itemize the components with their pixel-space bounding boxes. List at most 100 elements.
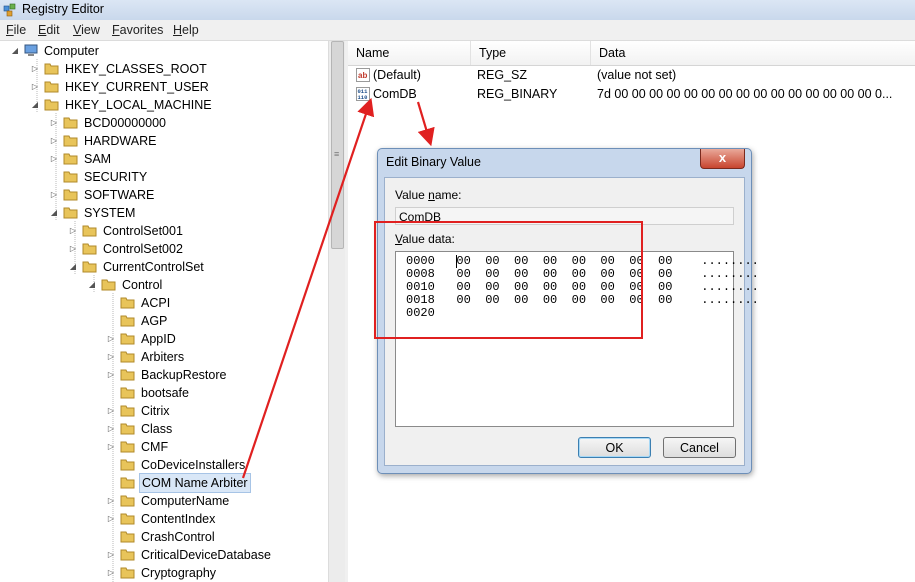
list-row-default[interactable]: ab (Default) REG_SZ (value not set) xyxy=(348,66,915,84)
tree-item-label: BackupRestore xyxy=(141,368,227,382)
tree-item-label: Computer xyxy=(44,44,99,58)
window-title: Registry Editor xyxy=(22,2,104,16)
tree-item-label: ControlSet002 xyxy=(103,242,183,256)
list-header: Name Type Data xyxy=(348,41,915,66)
value-data: (value not set) xyxy=(597,68,677,82)
tree-item-label: Cryptography xyxy=(141,566,217,580)
folder-icon xyxy=(63,117,78,129)
menu-view[interactable]: View xyxy=(73,23,100,37)
folder-icon xyxy=(120,531,135,543)
tree-item-label: CMF xyxy=(141,440,169,454)
tree-item-label: HKEY_CLASSES_ROOT xyxy=(65,62,207,76)
expand-arrow-icon[interactable]: ▷ xyxy=(106,550,116,560)
folder-icon xyxy=(120,513,135,525)
expand-arrow-icon[interactable]: ▷ xyxy=(106,370,116,380)
folder-icon xyxy=(120,567,135,579)
expand-arrow-icon[interactable]: ▷ xyxy=(30,82,40,92)
registry-editor-icon xyxy=(3,3,16,17)
menu-favorites[interactable]: Favorites xyxy=(112,23,163,37)
tree-item-label: ContentIndex xyxy=(141,512,216,526)
expand-arrow-icon[interactable]: ▷ xyxy=(106,568,116,578)
folder-icon xyxy=(120,405,135,417)
expand-arrow-icon[interactable]: ▷ xyxy=(49,136,59,146)
tree-item-label: HKEY_CURRENT_USER xyxy=(65,80,209,94)
tree-item-label: HKEY_LOCAL_MACHINE xyxy=(65,98,212,112)
folder-icon xyxy=(120,459,135,471)
expand-arrow-icon[interactable]: ▷ xyxy=(106,406,116,416)
hex-line: 0020 xyxy=(406,306,435,320)
expand-arrow-icon[interactable]: ▷ xyxy=(106,424,116,434)
folder-open-icon xyxy=(101,279,116,291)
expand-arrow-icon[interactable]: ▷ xyxy=(68,244,78,254)
expand-arrow-icon[interactable]: ▷ xyxy=(106,442,116,452)
tree-item-label: SYSTEM xyxy=(84,206,136,220)
expand-arrow-icon[interactable]: ▷ xyxy=(49,190,59,200)
collapse-arrow-icon[interactable]: ◢ xyxy=(87,280,97,290)
column-header-name[interactable]: Name xyxy=(348,41,471,65)
tree-item-label: CurrentControlSet xyxy=(103,260,204,274)
value-data-hex-editor[interactable]: 0000 00 00 00 00 00 00 00 00 ........ 00… xyxy=(395,251,759,427)
text-cursor xyxy=(456,255,457,268)
menu-edit[interactable]: Edit xyxy=(38,23,60,37)
value-data-label: Value data: xyxy=(395,232,455,246)
folder-icon xyxy=(120,387,135,399)
value-name-field[interactable]: ComDB xyxy=(395,207,734,225)
tree-item-label: CriticalDeviceDatabase xyxy=(141,548,271,562)
expand-arrow-icon[interactable]: ▷ xyxy=(49,154,59,164)
menu-help[interactable]: Help xyxy=(173,23,199,37)
value-name: ComDB xyxy=(373,87,417,101)
expand-arrow-icon[interactable]: ▷ xyxy=(49,118,59,128)
folder-open-icon xyxy=(63,207,78,219)
registry-tree[interactable]: ◢ Computer ▷ HKEY_CLASSES_ROOT ▷ HKEY_CU… xyxy=(0,41,328,582)
menu-file[interactable]: File xyxy=(6,23,26,37)
tree-item-label: Control xyxy=(122,278,163,292)
folder-open-icon xyxy=(120,477,135,489)
menu-help-accel: H xyxy=(173,23,183,37)
folder-icon xyxy=(120,333,135,345)
menu-file-accel: F xyxy=(6,23,14,37)
close-button[interactable]: x xyxy=(700,149,745,169)
folder-icon xyxy=(63,153,78,165)
menu-bar: File Edit View Favorites Help xyxy=(0,20,915,41)
menu-view-label: iew xyxy=(81,23,100,37)
collapse-arrow-icon[interactable]: ◢ xyxy=(49,208,59,218)
collapse-arrow-icon[interactable]: ◢ xyxy=(30,100,40,110)
cancel-button[interactable]: Cancel xyxy=(663,437,736,458)
folder-icon xyxy=(63,171,78,183)
ok-button[interactable]: OK xyxy=(578,437,651,458)
tree-item-label: bootsafe xyxy=(141,386,189,400)
label-part: ame: xyxy=(434,188,462,202)
list-row-comdb[interactable]: 011 110 ComDB REG_BINARY 7d 00 00 00 00 … xyxy=(348,85,915,103)
folder-icon xyxy=(120,369,135,381)
close-icon: x xyxy=(718,150,727,165)
column-header-data[interactable]: Data xyxy=(591,41,915,65)
expand-arrow-icon[interactable]: ▷ xyxy=(106,334,116,344)
expand-arrow-icon[interactable]: ▷ xyxy=(106,352,116,362)
folder-icon xyxy=(120,495,135,507)
expand-arrow-icon[interactable]: ▷ xyxy=(30,64,40,74)
collapse-arrow-icon[interactable]: ◢ xyxy=(10,46,20,56)
column-header-type[interactable]: Type xyxy=(471,41,591,65)
tree-item-label: SAM xyxy=(84,152,112,166)
collapse-arrow-icon[interactable]: ◢ xyxy=(68,262,78,272)
hex-line: 0018 00 00 00 00 00 00 00 00 ........ xyxy=(406,293,759,307)
folder-icon xyxy=(120,297,135,309)
folder-icon xyxy=(120,423,135,435)
tree-scrollbar[interactable]: ≡ xyxy=(328,41,345,582)
expand-arrow-icon[interactable]: ▷ xyxy=(106,514,116,524)
value-type: REG_SZ xyxy=(477,68,528,82)
folder-icon xyxy=(44,63,59,75)
label-accel: n xyxy=(428,188,435,202)
menu-view-accel: V xyxy=(73,23,82,37)
folder-icon xyxy=(44,81,59,93)
tree-item-label: ComputerName xyxy=(141,494,230,508)
scrollbar-thumb[interactable] xyxy=(331,41,344,249)
expand-arrow-icon[interactable]: ▷ xyxy=(106,496,116,506)
value-name-label: Value name: xyxy=(395,188,462,202)
tree-item-label: AGP xyxy=(141,314,168,328)
expand-arrow-icon[interactable]: ▷ xyxy=(68,226,78,236)
